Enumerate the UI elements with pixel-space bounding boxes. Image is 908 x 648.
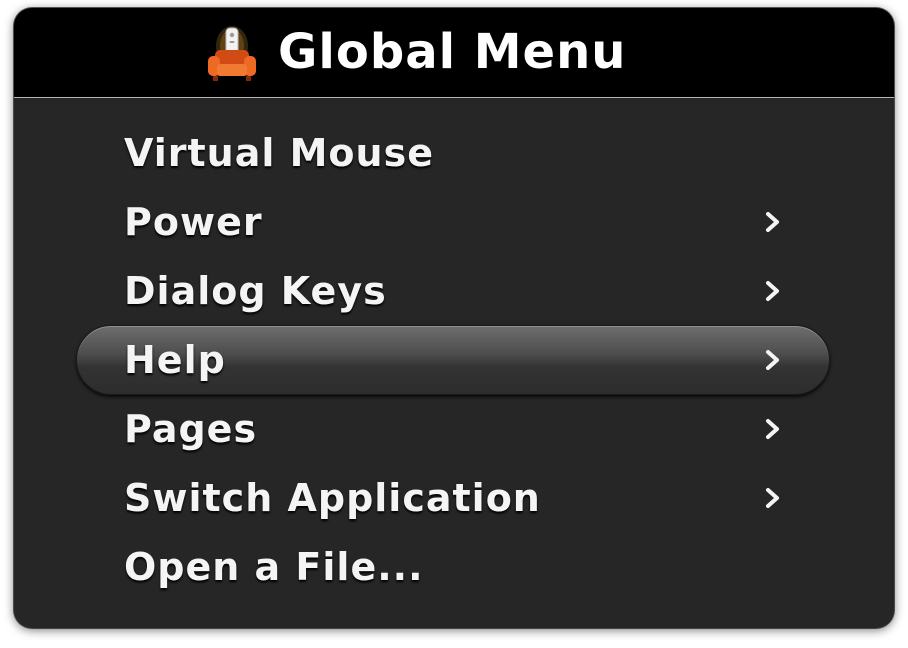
- menu-item-label: Open a File...: [124, 545, 424, 589]
- menu-item-label: Help: [124, 338, 226, 382]
- title-bar: Global Menu: [14, 8, 894, 98]
- chevron-right-icon: [766, 419, 779, 439]
- chevron-right-icon: [766, 212, 779, 232]
- menu-item-virtual-mouse[interactable]: Virtual Mouse: [76, 118, 830, 188]
- menu-item-open-a-file[interactable]: Open a File...: [76, 532, 830, 602]
- menu-item-pages[interactable]: Pages: [76, 394, 830, 464]
- menu-item-label: Virtual Mouse: [124, 131, 434, 175]
- chevron-right-icon: [766, 281, 779, 301]
- armchair-remote-icon: [208, 26, 256, 81]
- chevron-right-icon: [766, 350, 779, 370]
- menu-item-label: Dialog Keys: [124, 269, 387, 313]
- menu-item-dialog-keys[interactable]: Dialog Keys: [76, 256, 830, 326]
- menu-item-label: Pages: [124, 407, 258, 451]
- menu-item-label: Power: [124, 200, 263, 244]
- menu-item-label: Switch Application: [124, 476, 541, 520]
- window-title: Global Menu: [278, 24, 627, 80]
- global-menu-window: Global Menu Virtual Mouse Power Dialog K…: [14, 8, 894, 628]
- menu-item-power[interactable]: Power: [76, 187, 830, 257]
- menu-item-switch-application[interactable]: Switch Application: [76, 463, 830, 533]
- chevron-right-icon: [766, 488, 779, 508]
- menu-item-help[interactable]: Help: [76, 325, 830, 395]
